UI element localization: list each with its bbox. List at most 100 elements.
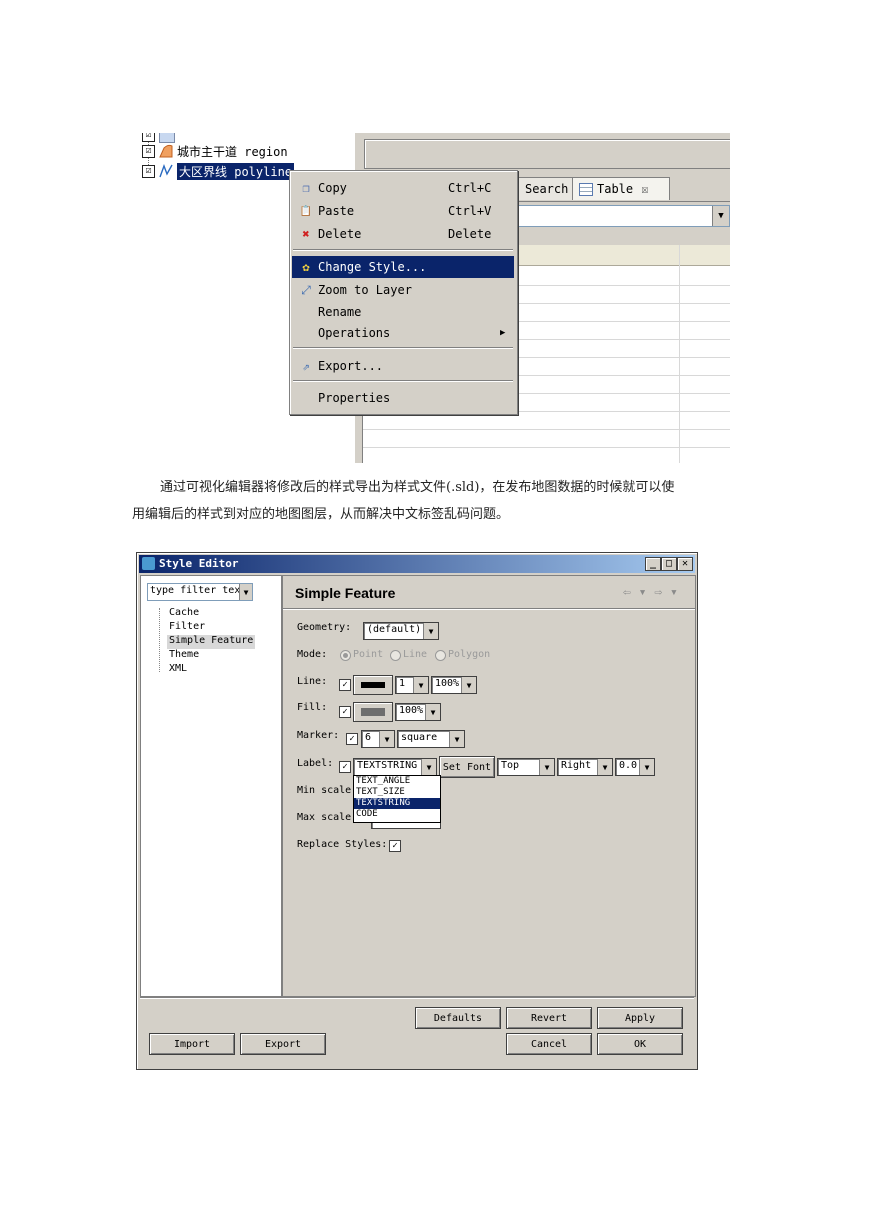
dropdown-option[interactable]: CODE: [354, 809, 440, 820]
label-rotation-value: 0.0: [619, 760, 638, 771]
label-rotation-select[interactable]: 0.0 ▼: [615, 758, 655, 776]
layer-checkbox[interactable]: ☑: [142, 164, 155, 178]
fill-opacity-value: 100%: [399, 705, 424, 716]
ok-button[interactable]: OK: [597, 1033, 683, 1055]
label-field-value: TEXTSTRING: [357, 760, 418, 771]
window-title: Style Editor: [159, 557, 239, 570]
menu-item-label: Copy: [318, 181, 347, 195]
maximize-button[interactable]: □: [661, 557, 677, 571]
close-tab-icon[interactable]: ☒: [641, 182, 648, 196]
defaults-button[interactable]: Defaults: [415, 1007, 501, 1029]
set-font-button[interactable]: Set Font: [439, 756, 495, 778]
nav-item-cache[interactable]: Cache: [167, 607, 201, 621]
chevron-down-icon[interactable]: ▼: [597, 759, 612, 775]
nav-item-theme[interactable]: Theme: [167, 649, 201, 663]
menu-item-paste[interactable]: 📋 Paste Ctrl+V: [292, 200, 514, 222]
label-vpos-select[interactable]: Top ▼: [497, 758, 555, 776]
delete-icon: ✖: [302, 227, 310, 241]
import-button[interactable]: Import: [149, 1033, 235, 1055]
chevron-down-icon[interactable]: ▼: [639, 759, 654, 775]
chevron-down-icon[interactable]: ▼: [539, 759, 554, 775]
layer-context-menu: ❐ Copy Ctrl+C 📋 Paste Ctrl+V ✖ Delete De…: [289, 170, 518, 415]
chevron-down-icon[interactable]: ▼: [425, 704, 440, 720]
dropdown-option[interactable]: TEXT_ANGLE: [354, 776, 440, 787]
layer-label-selected: 大区界线 polyline: [177, 162, 295, 180]
dropdown-option[interactable]: TEXT_SIZE: [354, 787, 440, 798]
label-hpos-select[interactable]: Right ▼: [557, 758, 613, 776]
chevron-down-icon[interactable]: ▼: [712, 206, 729, 226]
minimize-button[interactable]: _: [645, 557, 661, 571]
layer-row-polyline[interactable]: ☑ 大区界线 polyline: [142, 161, 295, 181]
menu-item-properties[interactable]: Properties: [292, 387, 514, 409]
menu-separator: [293, 380, 513, 382]
geometry-select[interactable]: (default) ▼: [363, 622, 439, 640]
column-divider: [679, 245, 680, 463]
line-width-select[interactable]: 1 ▼: [395, 676, 429, 694]
apply-button[interactable]: Apply: [597, 1007, 683, 1029]
history-nav-icons[interactable]: ⇦ ▾ ⇨ ▾: [623, 585, 678, 600]
fill-color-button[interactable]: [353, 702, 393, 722]
line-opacity-value: 100%: [435, 678, 460, 689]
zoom-layer-icon: ⤢: [301, 282, 311, 297]
line-opacity-select[interactable]: 100% ▼: [431, 676, 477, 694]
table-row: [363, 447, 730, 448]
marker-shape-select[interactable]: square ▼: [397, 730, 465, 748]
menu-icon-spacer: [296, 390, 316, 406]
chevron-down-icon[interactable]: ▼: [449, 731, 464, 747]
cancel-button[interactable]: Cancel: [506, 1033, 592, 1055]
chevron-down-icon[interactable]: ▼: [239, 584, 252, 600]
close-button[interactable]: ✕: [677, 557, 693, 571]
mode-point-radio[interactable]: [340, 650, 351, 661]
menu-item-rename[interactable]: Rename: [292, 301, 514, 323]
export-button[interactable]: Export: [240, 1033, 326, 1055]
fill-color-swatch: [361, 708, 385, 716]
marker-size-select[interactable]: 6 ▼: [361, 730, 395, 748]
fill-opacity-select[interactable]: 100% ▼: [395, 703, 441, 721]
export-icon: ⇗: [302, 359, 310, 373]
tab-label: Table: [597, 182, 634, 196]
mode-polygon-radio[interactable]: [435, 650, 446, 661]
nav-item-xml[interactable]: XML: [167, 663, 189, 677]
layer-row-region[interactable]: ☑ 城市主干道 region: [142, 141, 288, 161]
menu-item-label: Operations: [318, 326, 391, 340]
polyline-layer-icon: [159, 164, 173, 178]
menu-item-change-style[interactable]: ✿ Change Style...: [292, 256, 514, 278]
menu-item-zoom-to-layer[interactable]: ⤢ Zoom to Layer: [292, 279, 514, 301]
nav-item-filter[interactable]: Filter: [167, 621, 207, 635]
body-paragraph: 通过可视化编辑器将修改后的样式导出为样式文件(.sld)，在发布地图数据的时候就…: [132, 474, 742, 528]
fill-checkbox[interactable]: ✓: [339, 706, 351, 718]
label-field-select[interactable]: TEXTSTRING ▼: [353, 758, 437, 776]
geometry-label: Geometry:: [297, 622, 352, 633]
line-checkbox[interactable]: ✓: [339, 679, 351, 691]
menu-item-export[interactable]: ⇗ Export...: [292, 355, 514, 377]
label-checkbox[interactable]: ✓: [339, 761, 351, 773]
layer-label: 城市主干道 region: [177, 144, 288, 159]
chevron-down-icon[interactable]: ▼: [413, 677, 428, 693]
filter-input[interactable]: type filter text ▼: [147, 583, 253, 601]
chevron-down-icon[interactable]: ▼: [379, 731, 394, 747]
line-color-button[interactable]: [353, 675, 393, 695]
menu-item-label: Zoom to Layer: [318, 283, 412, 297]
layer-checkbox[interactable]: ☑: [142, 144, 155, 158]
paragraph-line: 用编辑后的样式到对应的地图图层，从而解决中文标签乱码问题。: [132, 507, 510, 522]
menu-item-label: Delete: [318, 227, 362, 241]
chevron-down-icon[interactable]: ▼: [461, 677, 476, 693]
menu-item-copy[interactable]: ❐ Copy Ctrl+C: [292, 177, 514, 199]
nav-item-simple-feature[interactable]: Simple Feature: [167, 635, 256, 649]
revert-button[interactable]: Revert: [506, 1007, 592, 1029]
menu-shortcut: Ctrl+C: [448, 181, 492, 195]
toolbar-area: [364, 139, 730, 169]
fill-label: Fill:: [297, 702, 328, 713]
mode-line-radio[interactable]: [390, 650, 401, 661]
tab-table[interactable]: Table ☒: [572, 177, 670, 200]
replace-styles-checkbox[interactable]: ✓: [389, 840, 401, 852]
title-bar[interactable]: Style Editor _ □ ✕: [139, 555, 695, 573]
menu-item-operations[interactable]: Operations ▶: [292, 322, 514, 344]
marker-checkbox[interactable]: ✓: [346, 733, 358, 745]
chevron-down-icon[interactable]: ▼: [423, 623, 438, 639]
line-color-swatch: [361, 682, 385, 688]
paragraph-line: 通过可视化编辑器将修改后的样式导出为样式文件(.sld)，在发布地图数据的时候就…: [160, 480, 675, 495]
chevron-down-icon[interactable]: ▼: [421, 759, 436, 775]
dropdown-option-selected[interactable]: TEXTSTRING: [354, 798, 440, 809]
menu-item-delete[interactable]: ✖ Delete Delete: [292, 223, 514, 245]
